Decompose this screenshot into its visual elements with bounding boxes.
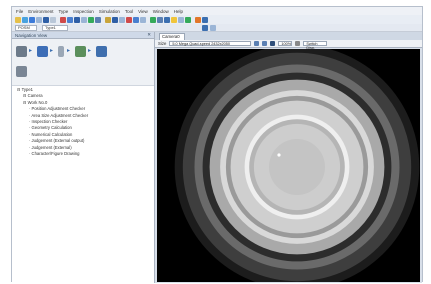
image-module-icon[interactable]	[37, 46, 48, 57]
toolbar-icon[interactable]	[36, 16, 42, 23]
tab-row: Camera0	[155, 32, 422, 40]
menu-help[interactable]: Help	[174, 9, 183, 14]
secondary-toolbar: POSM Type1	[12, 24, 422, 32]
arrow-right-icon: ▸	[50, 48, 54, 54]
close-icon[interactable]: ✕	[147, 32, 151, 38]
toolbar-icon[interactable]	[112, 16, 118, 23]
toolbar-icon[interactable]	[164, 16, 170, 23]
inspection-image	[174, 49, 420, 282]
inspection-tree: ⊟ Type1 ⊟ Camera ⊟ Work No.0 · Position Adj…	[15, 87, 88, 157]
zoom-in-icon[interactable]	[254, 41, 260, 46]
camera-bar: Size 5.0 Mega Quad-speed 2432x2050 100% …	[155, 40, 422, 50]
menu-bar: File Environment Type Inspection Simulat…	[12, 7, 422, 15]
measure-module-icon[interactable]	[75, 46, 86, 57]
output-module-icon[interactable]	[96, 46, 107, 57]
toolbar-icon[interactable]	[50, 16, 56, 23]
highlight-point	[277, 153, 281, 157]
posm-field[interactable]: POSM	[15, 25, 37, 31]
arrow-right-icon: ▸	[88, 48, 92, 54]
toolbar-icon[interactable]	[140, 16, 146, 23]
menu-view[interactable]: View	[138, 9, 148, 14]
menu-file[interactable]: File	[16, 9, 23, 14]
main-toolbar	[12, 15, 422, 24]
size-label: Size	[158, 41, 167, 46]
app-window: File Environment Type Inspection Simulat…	[11, 6, 423, 283]
toolbar-icon[interactable]	[171, 16, 177, 23]
grid-icon[interactable]	[210, 25, 216, 31]
toolbar-icon[interactable]	[178, 16, 184, 23]
dropdown-icon[interactable]	[295, 41, 301, 46]
toolbar-icon[interactable]	[202, 16, 208, 23]
tab-camera0[interactable]: Camera0	[159, 33, 185, 40]
menu-tool[interactable]: Tool	[125, 9, 133, 14]
settings-module-icon[interactable]	[16, 66, 27, 77]
camera-icon[interactable]	[202, 25, 208, 31]
tree-item[interactable]: · Character/Figure Drawing	[15, 151, 88, 157]
toolbar-icon[interactable]	[157, 16, 163, 23]
camera-image[interactable]	[157, 49, 420, 282]
toolbar-icon[interactable]	[119, 16, 125, 23]
navigation-pane: Navigation View ✕ ▸ ▸ ▸ ▸ ⊟ Type1 ⊟ Camer…	[12, 32, 155, 283]
menu-window[interactable]: Window	[153, 9, 169, 14]
toolbar-icon[interactable]	[29, 16, 35, 23]
toolbar-icon[interactable]	[185, 16, 191, 23]
toolbar-icon[interactable]	[22, 16, 28, 23]
toolbar-icon[interactable]	[105, 16, 111, 23]
ring	[269, 139, 325, 195]
toolbar-icon[interactable]	[195, 16, 201, 23]
toolbar-icon[interactable]	[60, 16, 66, 23]
toolbar-icon[interactable]	[81, 16, 87, 23]
toolbar-icon[interactable]	[67, 16, 73, 23]
toolbar-icon[interactable]	[74, 16, 80, 23]
menu-simulation[interactable]: Simulation	[99, 9, 120, 14]
navigation-title: Navigation View	[15, 32, 48, 38]
filter-module-icon[interactable]	[58, 46, 64, 57]
toolbar-icon[interactable]	[95, 16, 101, 23]
toolbar-icon[interactable]	[88, 16, 94, 23]
type-select[interactable]: Type1	[42, 25, 68, 31]
menu-environment[interactable]: Environment	[28, 9, 53, 14]
size-select[interactable]: 5.0 Mega Quad-speed 2432x2050	[169, 41, 252, 46]
navigation-title-bar: Navigation View ✕	[12, 32, 154, 39]
toolbar-icon[interactable]	[150, 16, 156, 23]
toolbar-icon[interactable]	[126, 16, 132, 23]
flow-toolbar: ▸ ▸ ▸ ▸	[12, 39, 154, 86]
menu-type[interactable]: Type	[59, 9, 69, 14]
toolbar-icon[interactable]	[15, 16, 21, 23]
arrow-right-icon: ▸	[29, 48, 33, 54]
toolbar-icon[interactable]	[43, 16, 49, 23]
image-view-pane: Camera0 Size 5.0 Mega Quad-speed 2432x20…	[155, 32, 422, 283]
fit-icon[interactable]	[270, 41, 276, 46]
arrow-right-icon: ▸	[67, 48, 71, 54]
menu-inspection[interactable]: Inspection	[73, 9, 94, 14]
toolbar-icon[interactable]	[133, 16, 139, 23]
zoom-select[interactable]: 100%	[278, 41, 293, 46]
switch-display-button[interactable]: Switch Disp.	[303, 41, 328, 50]
zoom-out-icon[interactable]	[262, 41, 268, 46]
camera-module-icon[interactable]	[16, 46, 27, 57]
